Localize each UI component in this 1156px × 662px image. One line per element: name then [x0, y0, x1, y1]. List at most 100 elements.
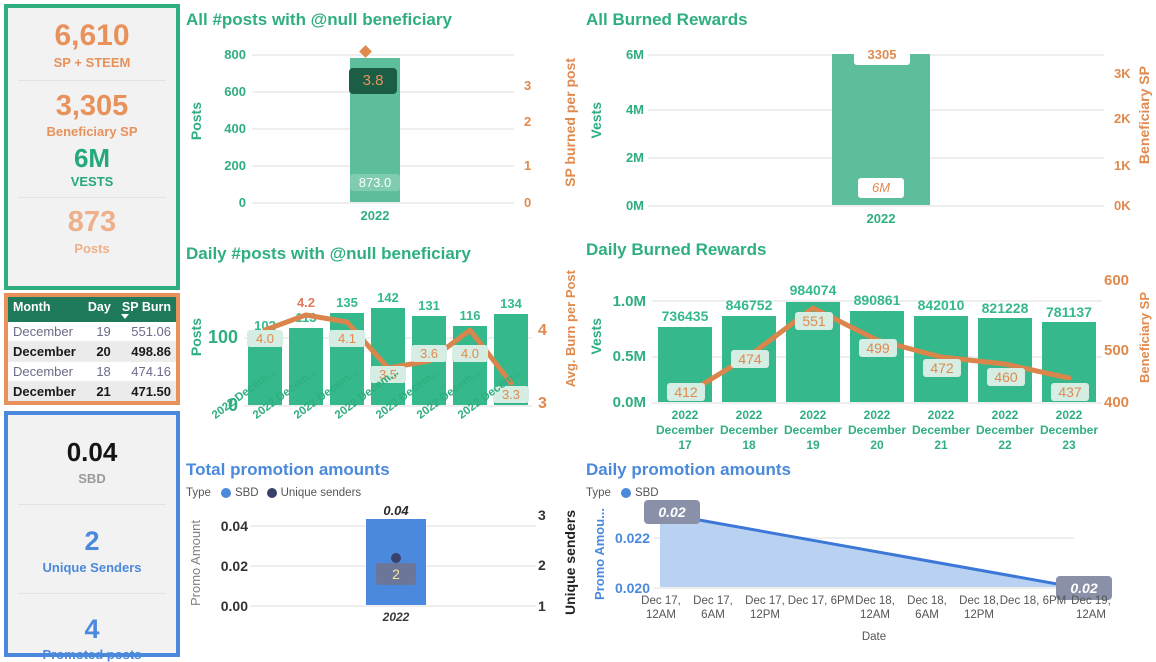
table-row[interactable]: December 18 474.16 — [8, 361, 176, 382]
kpi-unique-senders-value: 2 — [84, 526, 100, 557]
table-row[interactable]: December 19 551.06 — [8, 322, 176, 342]
kpi-card-green: 6,610 SP + STEEM 3,305 Beneficiary SP 6M… — [4, 4, 180, 290]
x-axis-label: 2022 December 18 — [719, 408, 779, 452]
cell-sp-burn: 551.06 — [115, 322, 176, 342]
unique-senders-marker — [391, 553, 401, 563]
sp-burn-table-container[interactable]: Month Day SP Burn December 19 551.06 Dec… — [4, 293, 180, 405]
line-series-overlay — [262, 312, 514, 386]
y-tick: 2M — [625, 150, 644, 165]
x-axis-tick: Dec 19, 12AM — [1071, 595, 1111, 622]
cell-day: 20 — [82, 341, 116, 362]
y-tick: 0M — [625, 198, 644, 213]
kpi-unique-senders[interactable]: 2 Unique Senders — [8, 505, 176, 592]
table-row[interactable]: December 21 471.50 — [8, 381, 176, 401]
chart-daily-posts-null-beneficiary: Daily #posts with @null beneficiary Post… — [186, 240, 578, 465]
area-series — [659, 511, 1075, 589]
cell-day: 19 — [82, 322, 116, 342]
kpi-posts[interactable]: 873 Posts — [8, 198, 176, 256]
line-value-label: 4.0 — [247, 330, 283, 347]
column-header-day[interactable]: Day — [82, 297, 116, 322]
x-axis-title: Date — [861, 631, 887, 643]
chart-daily-burned-rewards: Daily Burned Rewards Vests Beneficiary S… — [586, 240, 1152, 465]
y2-tick: 0K — [1114, 198, 1131, 213]
y2-tick: 1K — [1114, 158, 1131, 173]
x-axis-label: 2022 December 19 — [783, 408, 843, 452]
kpi-sbd-label: SBD — [78, 471, 106, 487]
chart-all-posts-null-beneficiary: All #posts with @null beneficiary Posts … — [186, 6, 578, 234]
cell-sp-burn: 498.86 — [115, 341, 176, 362]
line-value-label: 474 — [731, 350, 769, 368]
kpi-vests-value: 6M — [73, 142, 111, 173]
chart-daily-promotion-amounts: Daily promotion amounts Type SBD Promo A… — [586, 458, 1152, 658]
y2-tick: 2K — [1114, 111, 1131, 126]
x-axis-label: 2022 December 22 — [975, 408, 1035, 452]
x-axis-label: 2022 December 23 — [1039, 408, 1099, 452]
y2-axis-title: Beneficiary SP — [1136, 66, 1152, 165]
line-value-label: 499 — [859, 339, 897, 357]
line-value-label: 437 — [1051, 383, 1089, 401]
kpi-vests[interactable]: 6M VESTS — [8, 143, 176, 197]
y-tick: 6M — [625, 47, 644, 62]
chart-title: All Burned Rewards — [586, 10, 748, 29]
diamond-marker — [359, 45, 372, 58]
cell-sp-burn: 471.50 — [115, 381, 176, 401]
table-row[interactable]: December 20 498.86 — [8, 341, 176, 362]
x-axis-label: 2022 — [382, 610, 410, 624]
unique-senders-value-label: 2 — [376, 563, 416, 585]
kpi-promoted-posts[interactable]: 4 Promoted posts — [8, 594, 176, 662]
data-point-label-start: 0.02 — [644, 500, 700, 524]
cell-day: 21 — [82, 381, 116, 401]
gridline — [648, 205, 1104, 207]
kpi-posts-value: 873 — [67, 206, 117, 239]
cell-month: December — [8, 381, 83, 401]
column-header-sp-burn[interactable]: SP Burn — [115, 297, 176, 322]
line-value-label: 3.6 — [411, 345, 447, 362]
kpi-promoted-posts-value: 4 — [84, 613, 100, 644]
line-value-label: 551 — [795, 312, 833, 330]
table-body: December 19 551.06 December 20 498.86 De… — [8, 322, 176, 401]
x-axis-label: 2022 December 21 — [911, 408, 971, 452]
kpi-promoted-posts-label: Promoted posts — [42, 646, 142, 662]
cell-month: December — [8, 341, 83, 362]
kpi-beneficiary-sp-label: Beneficiary SP — [46, 123, 138, 139]
kpi-sp-steem-label: SP + STEEM — [53, 54, 131, 70]
x-axis-label: 2022 December 17 — [655, 408, 715, 452]
column-header-sp-burn-label: SP Burn — [121, 300, 171, 314]
x-axis-tick: Dec 18, 6PM — [999, 595, 1067, 607]
table-header-row: Month Day SP Burn — [8, 297, 176, 322]
table-header: Month Day SP Burn — [8, 297, 176, 322]
kpi-sp-steem[interactable]: 6,610 SP + STEEM — [8, 8, 176, 80]
line-value-label: 4.0 — [452, 345, 488, 362]
kpi-beneficiary-sp-value: 3,305 — [55, 89, 129, 122]
x-axis-label: 2022 December 20 — [847, 408, 907, 452]
sort-descending-icon — [120, 314, 129, 319]
kpi-sbd[interactable]: 0.04 SBD — [8, 415, 176, 504]
scatter-overlay — [391, 553, 401, 563]
cell-month: December — [8, 361, 83, 382]
cell-month: December — [8, 322, 83, 342]
line-value-label: 472 — [923, 359, 961, 377]
y-tick: 4M — [625, 102, 644, 117]
kpi-beneficiary-sp[interactable]: 3,305 Beneficiary SP — [8, 81, 176, 143]
bar-value-label: 6M — [858, 178, 904, 198]
x-axis-label: 2022 — [360, 208, 390, 223]
line-value-label: 4.1 — [329, 330, 365, 347]
line-value-badge: 3.8 — [349, 68, 397, 94]
cell-day: 18 — [82, 361, 116, 382]
sp-burn-table[interactable]: Month Day SP Burn December 19 551.06 Dec… — [8, 297, 176, 401]
line-value-badge: 3305 — [854, 45, 910, 65]
kpi-sbd-value: 0.04 — [66, 437, 118, 467]
x-axis-label: 2022 — [866, 211, 896, 226]
y2-tick: 3K — [1114, 66, 1131, 81]
line-value-label: 412 — [667, 383, 705, 401]
kpi-sp-steem-value: 6,610 — [54, 19, 130, 52]
kpi-unique-senders-label: Unique Senders — [42, 559, 142, 575]
chart-total-promotion-amounts: Total promotion amounts Type SBD Unique … — [186, 458, 578, 658]
column-header-month[interactable]: Month — [8, 297, 83, 322]
kpi-vests-label: VESTS — [70, 174, 114, 190]
cell-sp-burn: 474.16 — [115, 361, 176, 382]
dashboard-root: 6,610 SP + STEEM 3,305 Beneficiary SP 6M… — [0, 0, 1156, 662]
kpi-card-blue: 0.04 SBD 2 Unique Senders 4 Promoted pos… — [4, 411, 180, 662]
line-value-label: 4.2 — [296, 295, 316, 310]
kpi-posts-label: Posts — [74, 240, 110, 256]
